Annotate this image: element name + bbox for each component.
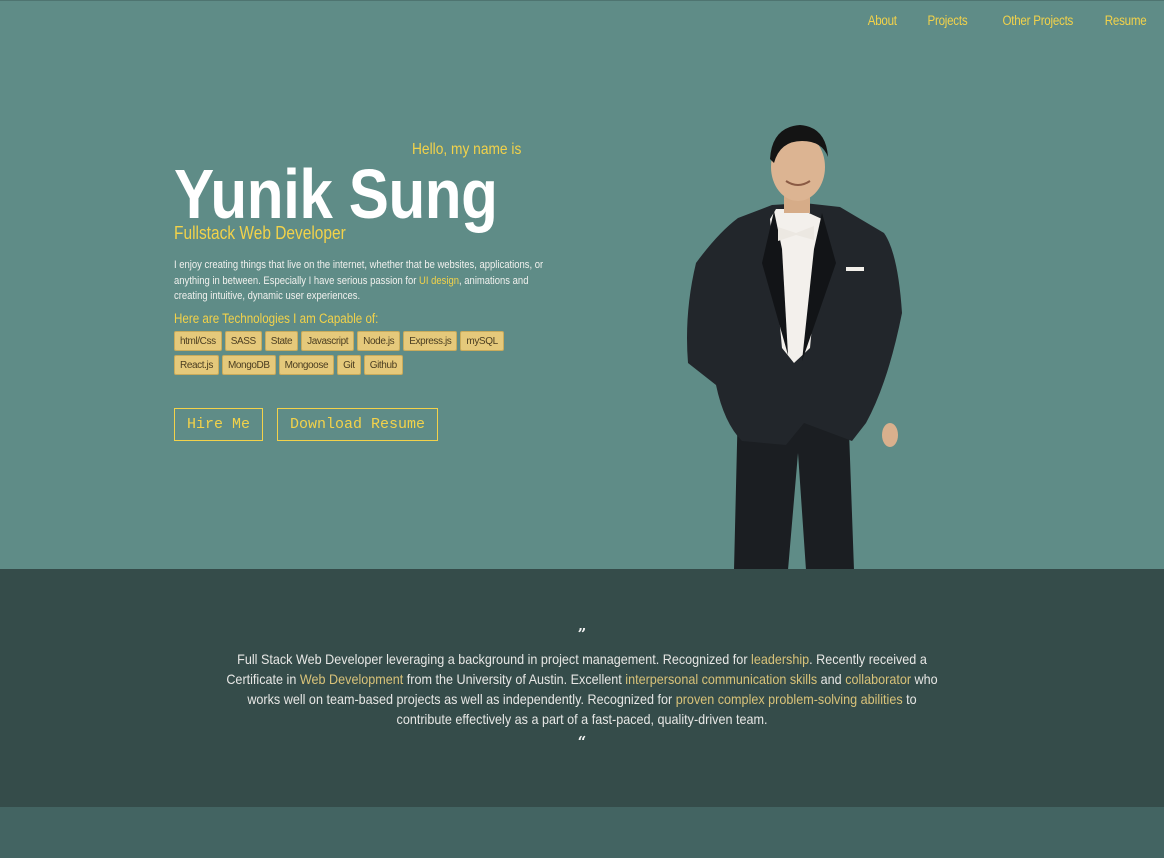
top-nav: About Projects Other Projects Resume [863, 13, 1146, 28]
web-development-highlight: Web Development [299, 671, 404, 687]
tech-tag: MongoDB [221, 355, 276, 375]
developer-role: Fullstack Web Developer [174, 223, 346, 243]
tech-tag: Git [337, 355, 361, 375]
portrait-photo [687, 125, 902, 570]
about-summary: Full Stack Web Developer leveraging a ba… [222, 649, 942, 729]
tech-tag: React.js [174, 355, 219, 375]
leadership-highlight: leadership [751, 651, 810, 667]
communication-highlight: interpersonal communication skills [625, 671, 818, 687]
quote-open-icon: ” [577, 625, 587, 643]
tech-tag: SASS [224, 331, 262, 351]
tech-tag: mySQL [460, 331, 504, 351]
tech-tag-row: React.js MongoDB Mongoose Git Github [174, 355, 504, 375]
hero-section: About Projects Other Projects Resume Hel… [0, 0, 1164, 570]
tech-heading: Here are Technologies I am Capable of: [174, 311, 379, 326]
summary-text: and [817, 671, 846, 687]
tech-tag-row: html/Css SASS State Javascript Node.js E… [174, 331, 504, 351]
collaborator-highlight: collaborator [845, 671, 912, 687]
hire-me-button[interactable]: Hire Me [174, 408, 264, 441]
tech-tag: Javascript [301, 331, 355, 351]
ui-design-highlight: UI design [419, 274, 460, 287]
nav-projects-link[interactable]: Projects [928, 13, 968, 28]
tech-tag: State [264, 331, 299, 351]
tech-tags: html/Css SASS State Javascript Node.js E… [174, 331, 504, 379]
nav-resume-link[interactable]: Resume [1104, 13, 1146, 28]
tech-tag: Express.js [403, 331, 458, 351]
tech-tag: Node.js [357, 331, 401, 351]
nav-other-projects-link[interactable]: Other Projects [1003, 13, 1074, 28]
tech-tag: html/Css [174, 331, 222, 351]
tech-tag: Mongoose [278, 355, 335, 375]
summary-text: from the University of Austin. Excellent [403, 671, 626, 687]
cta-buttons: Hire Me Download Resume [174, 408, 439, 441]
about-quote-section: ” Full Stack Web Developer leveraging a … [0, 569, 1164, 807]
nav-about-link[interactable]: About [868, 13, 897, 28]
summary-text: Full Stack Web Developer leveraging a ba… [237, 651, 752, 667]
download-resume-button[interactable]: Download Resume [277, 408, 439, 441]
tech-tag: Github [363, 355, 403, 375]
problem-solving-highlight: proven complex problem-solving abilities [675, 691, 903, 707]
quote-close-icon: “ [577, 733, 587, 751]
intro-description: I enjoy creating things that live on the… [174, 258, 544, 305]
